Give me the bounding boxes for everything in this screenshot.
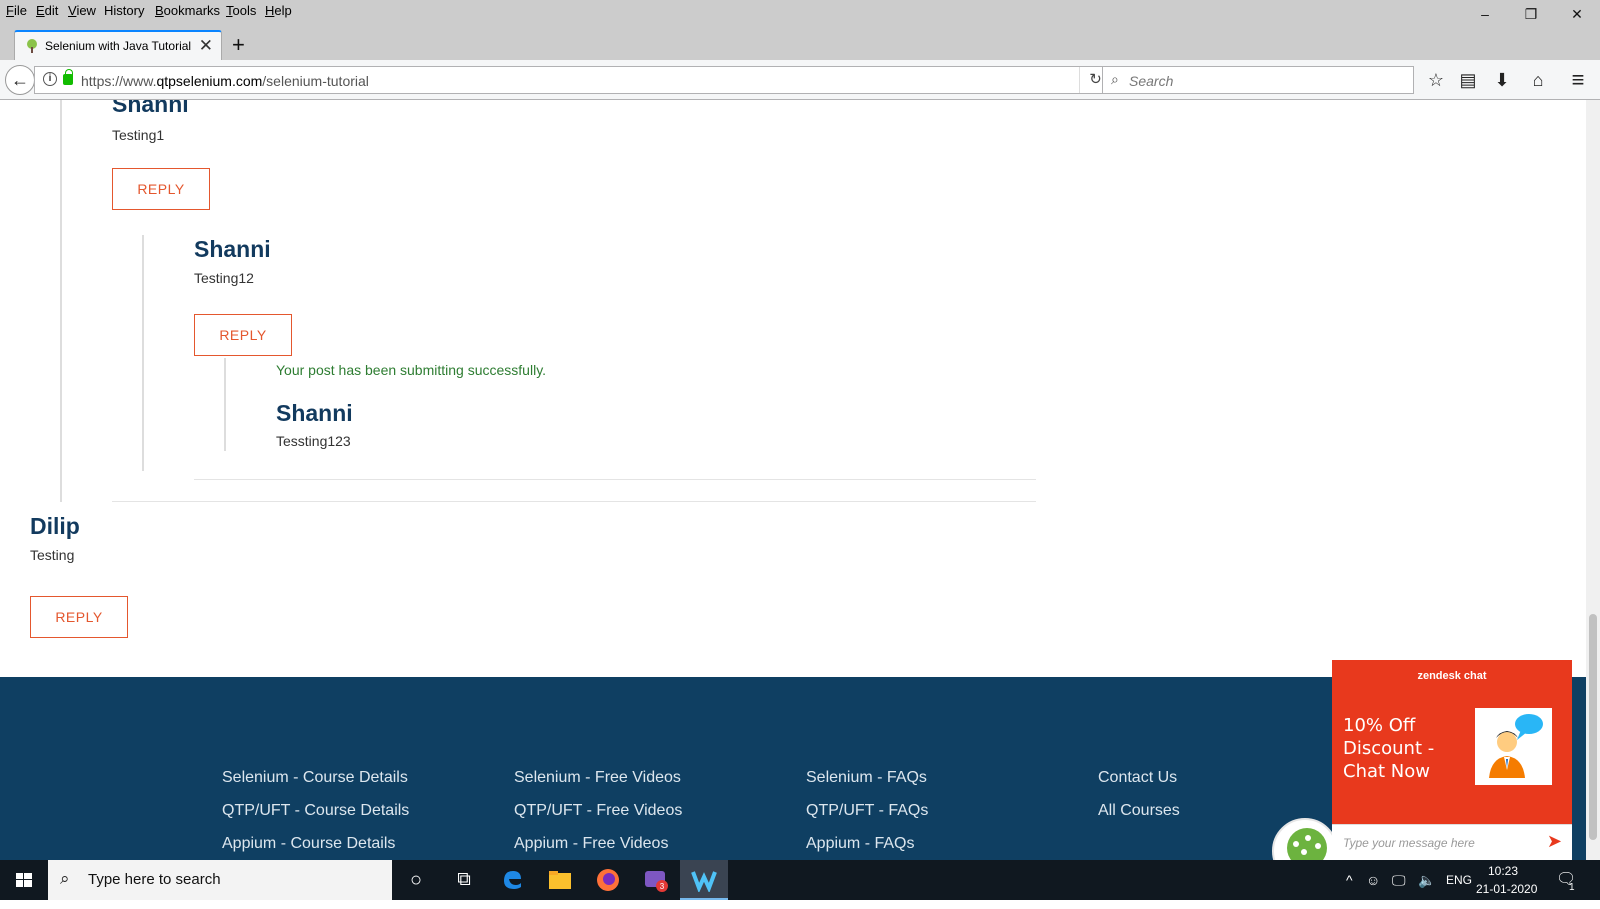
- search-icon: ⌕: [1111, 71, 1119, 87]
- footer-link[interactable]: Selenium - Free Videos: [514, 769, 681, 787]
- zendesk-chat-widget[interactable]: zendesk chat 10% Off Discount - Chat Now…: [1332, 660, 1572, 860]
- menu-history[interactable]: History: [104, 3, 144, 18]
- menu-edit[interactable]: Edit: [36, 3, 58, 18]
- comment-author: Shanni: [112, 100, 189, 117]
- footer-link[interactable]: QTP/UFT - FAQs: [806, 802, 928, 820]
- task-view-icon[interactable]: ⧉: [440, 860, 488, 900]
- menu-bar: File Edit View History Bookmarks Tools H…: [0, 0, 1600, 22]
- menu-view[interactable]: View: [68, 3, 96, 18]
- menu-bookmarks[interactable]: Bookmarks: [155, 3, 220, 18]
- footer-link[interactable]: Contact Us: [1098, 769, 1177, 787]
- thread-line-level1: [60, 100, 62, 502]
- chat-badge: 3: [660, 882, 665, 891]
- home-icon[interactable]: ⌂: [1526, 68, 1550, 92]
- scrollbar-thumb[interactable]: [1589, 614, 1597, 840]
- send-icon[interactable]: ➤: [1547, 831, 1562, 852]
- comment-text: Testing: [30, 547, 75, 563]
- start-button[interactable]: [0, 860, 48, 900]
- menu-file[interactable]: File: [6, 3, 27, 18]
- divider: [112, 501, 1036, 502]
- comment-author: Shanni: [276, 400, 353, 426]
- edge-browser-icon[interactable]: [488, 860, 536, 900]
- volume-icon[interactable]: 🔈: [1418, 860, 1435, 900]
- thread-line-level3: [224, 358, 226, 451]
- chat-message-input[interactable]: Type your message here ➤: [1332, 824, 1572, 860]
- divider: [194, 479, 1036, 480]
- address-bar[interactable]: i https://www.qtpselenium.com/selenium-t…: [34, 66, 1112, 94]
- page-scrollbar[interactable]: [1586, 100, 1600, 860]
- comment-text: Testing1: [112, 127, 165, 143]
- tab-title: Selenium with Java Tutorial F: [45, 39, 195, 53]
- tree-favicon-icon: [27, 39, 37, 53]
- clock-date[interactable]: 21-01-2020: [1476, 869, 1537, 909]
- cortana-icon[interactable]: ○: [392, 860, 440, 900]
- comment-text: Testing12: [194, 270, 254, 286]
- footer-link[interactable]: Selenium - FAQs: [806, 769, 927, 787]
- footer-link[interactable]: QTP/UFT - Free Videos: [514, 802, 682, 820]
- url-text[interactable]: https://www.qtpselenium.com/selenium-tut…: [81, 73, 369, 89]
- chat-input-placeholder: Type your message here: [1343, 836, 1475, 850]
- taskbar-search-input[interactable]: ⌕ Type here to search: [48, 860, 392, 900]
- windows-logo-icon: [16, 873, 32, 887]
- active-app-icon[interactable]: [680, 860, 728, 900]
- tab-strip: Selenium with Java Tutorial F ✕ +: [0, 22, 1600, 60]
- comment-author: Dilip: [30, 513, 80, 539]
- tab-selenium-tutorial[interactable]: Selenium with Java Tutorial F ✕: [14, 30, 222, 60]
- zendesk-brand: zendesk chat: [1417, 670, 1487, 682]
- reply-button[interactable]: REPLY: [112, 168, 210, 210]
- search-placeholder: Search: [1129, 73, 1174, 89]
- file-explorer-icon[interactable]: [536, 860, 584, 900]
- footer-link[interactable]: Appium - Free Videos: [514, 835, 668, 853]
- footer-link[interactable]: QTP/UFT - Course Details: [222, 802, 409, 820]
- chat-promo-text: 10% Off Discount - Chat Now: [1343, 715, 1435, 782]
- taskbar-search-placeholder: Type here to search: [88, 871, 221, 888]
- back-button[interactable]: ←: [5, 65, 35, 95]
- network-icon[interactable]: 🖵: [1392, 860, 1406, 900]
- download-icon[interactable]: ⬇: [1490, 68, 1514, 92]
- language-indicator[interactable]: ENG: [1446, 860, 1472, 900]
- footer-link[interactable]: All Courses: [1098, 802, 1180, 820]
- tray-chevron-icon[interactable]: ^: [1346, 860, 1353, 900]
- new-tab-button[interactable]: +: [232, 32, 245, 58]
- library-icon[interactable]: ▤: [1456, 68, 1480, 92]
- reply-button[interactable]: REPLY: [194, 314, 292, 356]
- bookmark-star-icon[interactable]: ☆: [1424, 68, 1448, 92]
- comment-author: Shanni: [194, 236, 271, 262]
- firefox-icon[interactable]: [584, 860, 632, 900]
- chat-app-icon[interactable]: 3: [632, 860, 680, 900]
- search-input[interactable]: ⌕ Search: [1102, 66, 1414, 94]
- navigation-bar: ← i https://www.qtpselenium.com/selenium…: [0, 60, 1600, 100]
- success-message: Your post has been submitting successful…: [276, 362, 547, 378]
- footer-link[interactable]: Selenium - Course Details: [222, 769, 408, 787]
- notification-count: 1: [1569, 882, 1575, 893]
- menu-help[interactable]: Help: [265, 3, 292, 18]
- windows-taskbar: ⌕ Type here to search ○ ⧉ 3 ^ ☺ 🖵 🔈 ENG …: [0, 860, 1600, 900]
- search-icon: ⌕: [60, 869, 70, 888]
- hamburger-menu-icon[interactable]: ≡: [1566, 68, 1590, 92]
- footer-link[interactable]: Appium - Course Details: [222, 835, 395, 853]
- tab-close-icon[interactable]: ✕: [199, 36, 213, 56]
- agent-avatar-icon: [1475, 708, 1552, 785]
- site-info-icon[interactable]: i: [43, 72, 57, 86]
- thread-line-level2: [142, 235, 144, 471]
- reply-button[interactable]: REPLY: [30, 596, 128, 638]
- comment-text: Tessting123: [276, 433, 351, 449]
- footer-link[interactable]: Appium - FAQs: [806, 835, 914, 853]
- menu-tools[interactable]: Tools: [226, 3, 256, 18]
- tray-people-icon[interactable]: ☺: [1366, 860, 1380, 900]
- secure-lock-icon: [63, 69, 73, 85]
